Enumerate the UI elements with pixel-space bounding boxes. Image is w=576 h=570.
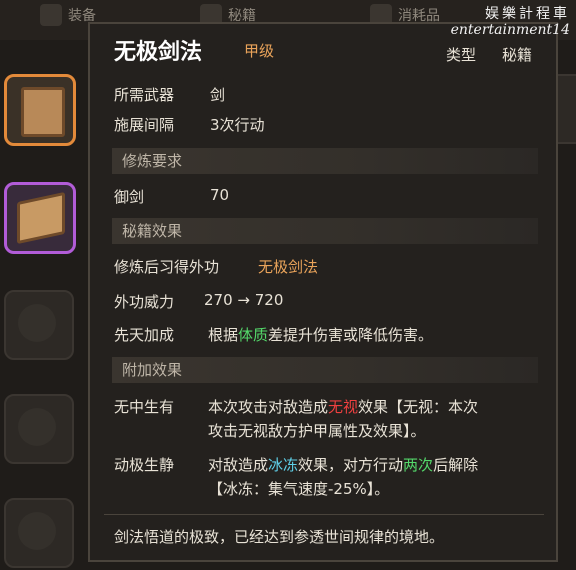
innate-text: 根据体质差提升伤害或降低伤害。 xyxy=(208,324,433,345)
power-row: 外功威力 270 → 720 xyxy=(114,291,283,312)
watermark-line1: 娱樂計程車 xyxy=(485,6,570,22)
equipment-icon xyxy=(40,4,62,26)
section-requirements: 修炼要求 xyxy=(112,148,538,174)
section-effects: 秘籍效果 xyxy=(112,218,538,244)
item-type-label: 类型 xyxy=(446,46,477,64)
interval-row: 施展间隔 3次行动 xyxy=(114,114,265,135)
watermark: 娱樂計程車 entertainment14 xyxy=(451,6,570,38)
innate-label: 先天加成 xyxy=(114,326,175,344)
extra2-highlight: 冰冻 xyxy=(268,456,299,474)
extra2-highlight-2: 两次 xyxy=(403,456,434,474)
extra1-pre: 本次攻击对敌造成 xyxy=(208,398,329,416)
innate-attr: 体质 xyxy=(238,326,269,344)
extra2-line1: 对敌造成冰冻效果，对方行动两次后解除 xyxy=(208,454,478,475)
flavor-text: 剑法悟道的极致，已经达到参透世间规律的境地。 xyxy=(114,528,445,546)
effect-gain-label: 修炼后习得外功 xyxy=(114,258,220,276)
inventory-slot-empty[interactable] xyxy=(4,498,74,568)
item-type-value: 秘籍 xyxy=(502,46,533,64)
inventory-slot-selected[interactable] xyxy=(4,74,76,146)
requirement-row: 御剑 70 xyxy=(114,186,229,207)
section-extra-effects: 附加效果 xyxy=(112,357,538,383)
item-title: 无极剑法 xyxy=(114,40,203,65)
extra2-line2: 【冰冻：集气速度-25%】。 xyxy=(208,480,390,498)
extra2-label: 动极生静 xyxy=(114,456,175,474)
manual-book-icon xyxy=(21,87,65,137)
inventory-slot-empty[interactable] xyxy=(4,394,74,464)
extra2-row: 动极生静 对敌造成冰冻效果，对方行动两次后解除 xyxy=(114,454,478,475)
item-grade: 甲级 xyxy=(244,42,275,60)
power-label: 外功威力 xyxy=(114,293,175,311)
extra1-post: 效果【无视：本次 xyxy=(358,398,479,416)
req-skill-value: 70 xyxy=(210,186,230,204)
open-book-icon xyxy=(17,191,65,245)
extra1-row: 无中生有 本次攻击对敌造成无视效果【无视：本次 xyxy=(114,396,478,417)
req-skill-label: 御剑 xyxy=(114,188,145,206)
footer-divider xyxy=(104,514,544,515)
weapon-row: 所需武器 剑 xyxy=(114,84,225,105)
extra2-pre: 对敌造成 xyxy=(208,456,269,474)
power-value: 270 → 720 xyxy=(204,291,284,309)
effect-gain-row: 修炼后习得外功 无极剑法 xyxy=(114,256,318,277)
innate-post: 差提升伤害或降低伤害。 xyxy=(268,326,434,344)
inventory-slot-empty[interactable] xyxy=(4,290,74,360)
extra1-line1: 本次攻击对敌造成无视效果【无视：本次 xyxy=(208,396,478,417)
extra1-label: 无中生有 xyxy=(114,398,175,416)
innate-pre: 根据 xyxy=(208,326,239,344)
item-tooltip: 无极剑法 甲级 类型 秘籍 所需武器 剑 施展间隔 3次行动 修炼要求 御剑 7… xyxy=(88,22,558,562)
effect-gain-value: 无极剑法 xyxy=(258,258,319,276)
weapon-label: 所需武器 xyxy=(114,86,175,104)
interval-label: 施展间隔 xyxy=(114,116,175,134)
weapon-value: 剑 xyxy=(210,86,226,104)
watermark-line2: entertainment14 xyxy=(450,22,570,38)
extra2-mid: 效果，对方行动 xyxy=(298,456,404,474)
inventory-slot-hover[interactable] xyxy=(4,182,76,254)
extra2-post: 后解除 xyxy=(433,456,479,474)
extra1-highlight: 无视 xyxy=(328,398,359,416)
extra1-line2: 攻击无视敌方护甲属性及效果】。 xyxy=(208,422,426,440)
innate-row: 先天加成 根据体质差提升伤害或降低伤害。 xyxy=(114,324,433,345)
interval-value: 3次行动 xyxy=(210,116,265,134)
